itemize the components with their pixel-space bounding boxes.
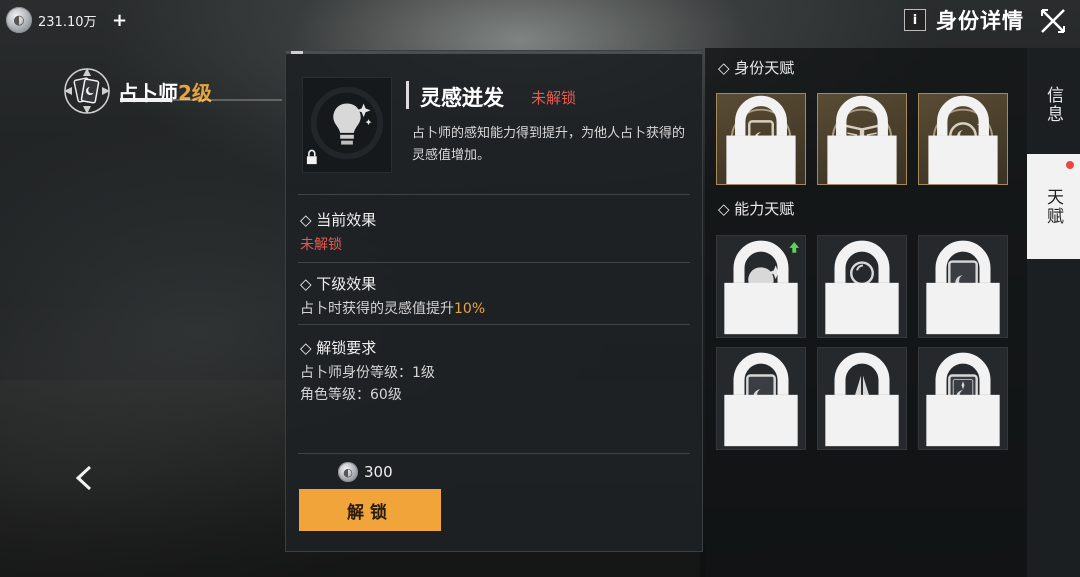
current-effect-value: 未解锁 — [300, 237, 342, 253]
add-currency-button[interactable]: + — [111, 10, 129, 31]
ability-talent-header: ◇ 能力天赋 — [718, 200, 795, 218]
currency-display: ◐ 231.10万 + — [6, 7, 129, 33]
identity-talent-tile[interactable] — [918, 93, 1008, 185]
current-effect-title: ◇ 当前效果 — [300, 211, 377, 229]
title-area: i 身份详情 — [904, 6, 1024, 34]
unlock-button[interactable]: 解锁 — [299, 489, 441, 531]
next-effect-line: 占卜时获得的灵感值提升10% — [300, 298, 485, 318]
tab-info[interactable]: 信息 — [1027, 60, 1080, 150]
skill-title-bar — [406, 81, 409, 109]
back-button[interactable] — [70, 463, 98, 493]
ability-talent-tile[interactable] — [716, 235, 806, 338]
divider — [298, 324, 690, 325]
page-title: 身份详情 — [936, 9, 1024, 33]
tab-talent[interactable]: 天赋 — [1027, 154, 1080, 259]
identity-talent-header: ◇ 身份天赋 — [718, 59, 795, 77]
talent-detail-panel: 灵感迸发 未解锁 占卜师的感知能力得到提升，为他人占卜获得的灵感值增加。 ◇ 当… — [285, 50, 703, 552]
cost-value: 300 — [364, 463, 393, 481]
requirement-character-level: 角色等级：60级 — [300, 387, 402, 403]
ability-talent-tile[interactable] — [817, 235, 907, 338]
lock-icon — [928, 95, 998, 184]
lock-icon — [926, 240, 1000, 335]
divider — [298, 453, 690, 454]
lock-icon — [825, 352, 899, 447]
next-effect-text: 占卜时获得的灵感值提升 — [300, 301, 454, 317]
divider — [298, 194, 690, 195]
ability-talent-tile[interactable] — [716, 347, 806, 450]
skill-name: 灵感迸发 — [420, 86, 504, 110]
requirement-identity-level: 占卜师身份等级：1级 — [300, 365, 435, 381]
lock-icon — [825, 240, 899, 335]
skill-description: 占卜师的感知能力得到提升，为他人占卜获得的灵感值增加。 — [412, 126, 686, 163]
ability-talent-tile[interactable] — [918, 235, 1008, 338]
identity-underline — [120, 98, 172, 102]
silver-coin-icon: ◐ — [6, 7, 32, 33]
divider — [298, 262, 690, 263]
skill-icon-box — [302, 77, 392, 173]
identity-talent-tile[interactable] — [716, 93, 806, 185]
identity-underline-track — [172, 99, 282, 101]
info-icon[interactable]: i — [904, 9, 926, 31]
panel-topbar-mark — [291, 51, 303, 54]
ability-talent-tile[interactable] — [918, 347, 1008, 450]
fortune-teller-emblem-icon — [64, 68, 110, 114]
lock-icon — [724, 352, 798, 447]
lock-icon — [926, 352, 1000, 447]
next-effect-title: ◇ 下级效果 — [300, 275, 377, 293]
silver-coin-icon: ◐ — [338, 462, 358, 482]
notification-dot — [1066, 161, 1074, 169]
lock-icon — [827, 95, 897, 184]
unlock-cost: ◐ 300 — [338, 462, 393, 482]
skill-status: 未解锁 — [531, 89, 577, 107]
next-effect-value: 10% — [454, 301, 486, 317]
identity-badge: 占卜师 2级 — [62, 66, 212, 116]
panel-topbar — [286, 51, 702, 54]
lock-icon — [724, 240, 798, 335]
close-icon — [1041, 9, 1065, 33]
chevron-left-icon — [75, 465, 92, 491]
identity-level: 2级 — [178, 80, 212, 105]
ability-talent-tile[interactable] — [817, 347, 907, 450]
close-button[interactable] — [1036, 4, 1070, 38]
lightbulb-icon — [306, 86, 384, 165]
identity-talent-tile[interactable] — [817, 93, 907, 185]
lock-icon — [726, 95, 796, 184]
requirements-title: ◇ 解锁要求 — [300, 339, 377, 357]
currency-amount: 231.10万 — [38, 14, 97, 30]
